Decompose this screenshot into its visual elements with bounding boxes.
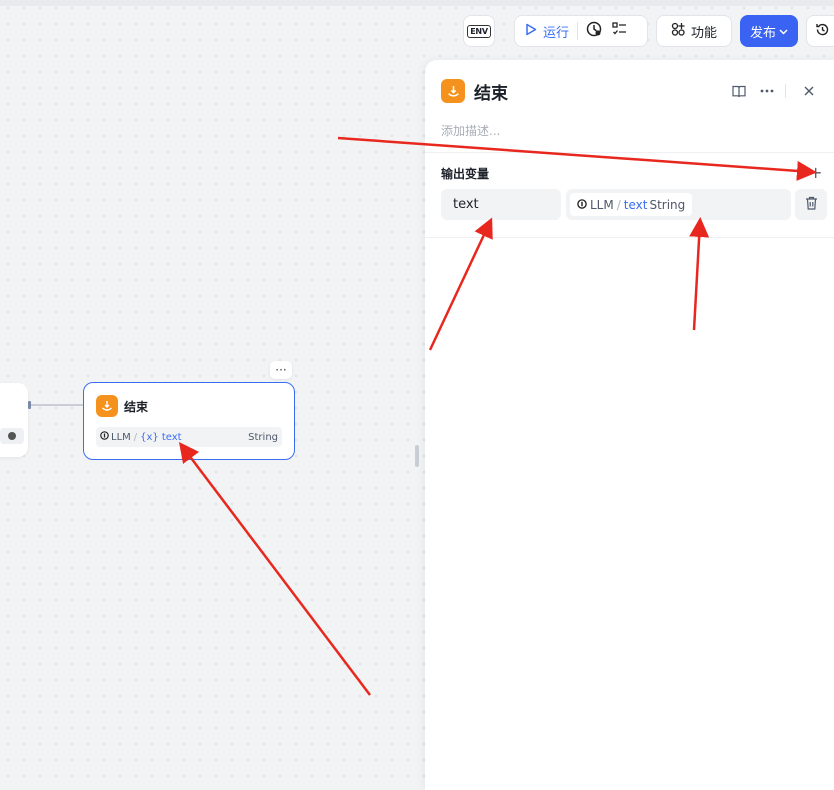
output-variables-title: 输出变量 [441, 167, 490, 181]
panel-resize-handle[interactable] [415, 445, 419, 467]
publish-label: 发布 [749, 25, 776, 41]
variables-list-icon[interactable] [612, 22, 627, 40]
top-strip [0, 0, 834, 6]
end-node-variable-row: LLM / {x} text String [96, 427, 282, 447]
env-button[interactable]: ENV [463, 15, 495, 47]
chevron-down-icon [779, 24, 788, 39]
ref-var-name: text [623, 197, 648, 212]
variable-name-input[interactable]: text [441, 189, 561, 220]
llm-icon [100, 431, 109, 443]
llm-icon [577, 198, 587, 212]
feature-button[interactable]: 功能 [656, 15, 732, 47]
previous-node[interactable] [0, 383, 28, 457]
delete-variable-button[interactable] [795, 189, 827, 220]
var-type: String [248, 431, 278, 443]
variable-reference-field[interactable]: LLM / text String [566, 189, 791, 220]
trash-icon [805, 195, 818, 214]
history-icon [815, 22, 830, 41]
var-separator: / [133, 431, 138, 443]
panel-title[interactable]: 结束 [474, 79, 508, 104]
var-name: text [161, 431, 182, 443]
end-node-icon [96, 395, 118, 417]
add-variable-button[interactable]: + [809, 163, 822, 182]
end-node-title: 结束 [124, 400, 149, 414]
edge-handle[interactable] [28, 401, 31, 409]
feature-icon [671, 22, 685, 40]
toolbar-divider [577, 22, 579, 40]
panel-header-actions [730, 82, 818, 100]
variable-reference-chip[interactable]: LLM / text String [570, 193, 693, 216]
publish-button[interactable]: 发布 [740, 15, 798, 47]
panel-divider [425, 237, 834, 238]
ref-var-type: String [649, 197, 686, 212]
end-node[interactable]: 结束 LLM / {x} text String [83, 382, 295, 460]
run-button[interactable]: 运行 [543, 22, 569, 41]
ref-separator: / [616, 197, 621, 212]
history-button[interactable] [806, 15, 834, 47]
variable-icon: {x} [140, 431, 159, 443]
var-source: LLM [111, 431, 131, 443]
run-debug-group: 运行 [514, 15, 648, 47]
book-icon[interactable] [730, 82, 748, 100]
env-icon: ENV [467, 24, 491, 38]
description-input[interactable]: 添加描述... [441, 122, 500, 139]
node-more-button[interactable]: ··· [270, 361, 292, 379]
previous-node-preview-icon [0, 428, 24, 444]
feature-label: 功能 [690, 25, 717, 41]
arrow-to-node-var [178, 442, 371, 696]
connection-edge[interactable] [28, 404, 83, 406]
panel-end-icon [441, 79, 465, 103]
node-config-panel: 结束 添加描述... 输出变量 + text LLM / text String [425, 60, 834, 790]
play-icon[interactable] [525, 23, 537, 40]
ref-source: LLM [590, 197, 614, 212]
more-icon[interactable] [758, 82, 776, 100]
close-icon[interactable] [800, 82, 818, 100]
header-divider [785, 84, 786, 98]
panel-divider [425, 152, 834, 153]
trace-icon[interactable] [586, 21, 602, 41]
